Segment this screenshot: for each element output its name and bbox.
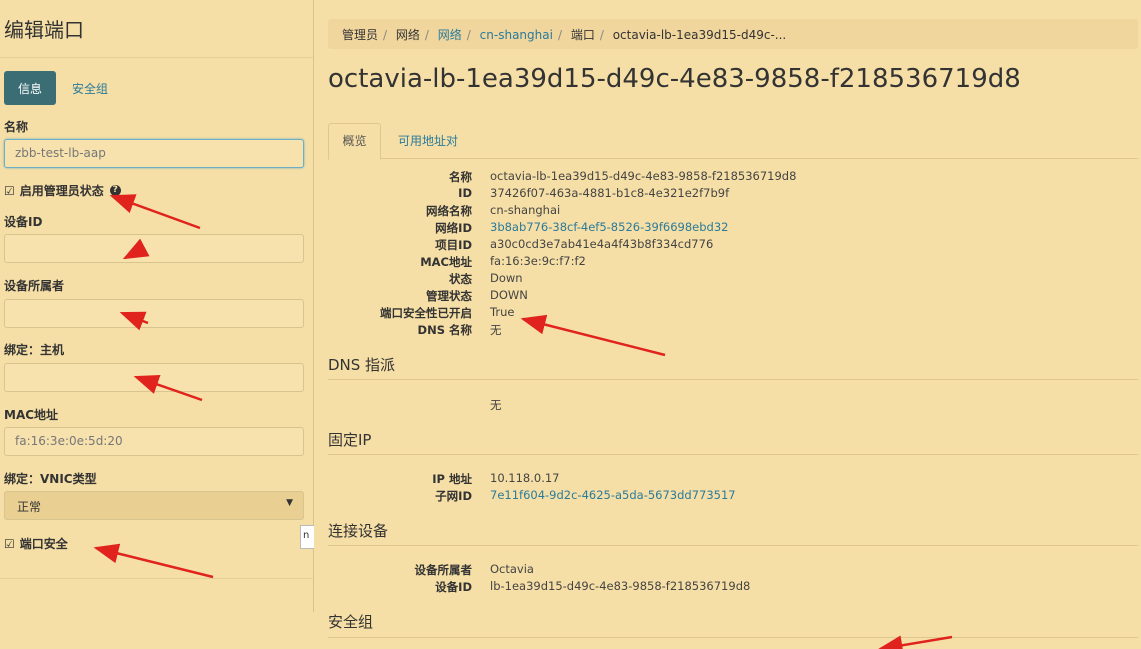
tab-info[interactable]: 信息 xyxy=(4,71,56,105)
admin-state-checkbox[interactable]: ☑ xyxy=(4,184,15,198)
name-label: 名称 xyxy=(4,120,29,134)
detail-tabs: 概览 可用地址对 xyxy=(328,123,1138,160)
breadcrumb-network[interactable]: 网络 xyxy=(396,28,420,42)
breadcrumb-current: octavia-lb-1ea39d15-d49c-... xyxy=(612,28,787,42)
breadcrumb-ports[interactable]: 端口 xyxy=(571,28,595,42)
vnic-type-label: 绑定：VNIC类型 xyxy=(4,472,97,486)
breadcrumb-admin[interactable]: 管理员 xyxy=(342,28,378,42)
vnic-type-select[interactable]: 正常 ▼ xyxy=(4,491,304,520)
modal-title: 编辑端口 xyxy=(0,0,313,58)
device-owner-label: 设备所属者 xyxy=(4,279,65,293)
detail-row: 端口安全性已开启 True xyxy=(380,305,515,320)
detail-row: 网络ID 3b8ab776-38cf-4ef5-8526-39f6698ebd32 xyxy=(435,220,729,235)
device-owner-input[interactable] xyxy=(4,299,304,328)
tab-allowed-address-pairs[interactable]: 可用地址对 xyxy=(398,123,458,159)
edit-port-modal: 编辑端口 信息 安全组 名称 zbb-test-lb-aap ☑ 启用管理员状态… xyxy=(0,0,316,612)
modal-footer-divider xyxy=(0,578,314,579)
device-id-input[interactable] xyxy=(4,234,304,263)
port-security-label: 端口安全 xyxy=(19,537,68,551)
mac-input[interactable]: fa:16:3e:0e:5d:20 xyxy=(4,427,304,456)
subnet-id-link[interactable]: 7e11f604-9d2c-4625-a5da-5673dd773517 xyxy=(490,488,736,502)
caret-down-icon: ▼ xyxy=(286,498,293,508)
section-divider xyxy=(328,545,1138,546)
binding-host-label: 绑定：主机 xyxy=(4,343,65,357)
tab-overview[interactable]: 概览 xyxy=(328,123,381,160)
modal-tabs: 信息 安全组 xyxy=(4,71,108,105)
section-divider xyxy=(328,454,1138,455)
attached-device-heading: 连接设备 xyxy=(328,522,389,540)
detail-row: 管理状态 DOWN xyxy=(426,288,528,303)
admin-state-label: 启用管理员状态 xyxy=(19,184,104,198)
port-security-checkbox[interactable]: ☑ xyxy=(4,537,15,551)
breadcrumb-cn-shanghai[interactable]: cn-shanghai xyxy=(480,28,553,42)
detail-row: 子网ID 7e11f604-9d2c-4625-a5da-5673dd773517 xyxy=(435,488,736,503)
security-groups-heading: 安全组 xyxy=(328,613,374,631)
breadcrumb: 管理员 / 网络 / 网络 / cn-shanghai / 端口 / octavia-lb… xyxy=(328,19,1138,49)
port-security-row[interactable]: ☑ 端口安全 xyxy=(4,535,68,552)
breadcrumb-networks[interactable]: 网络 xyxy=(438,28,462,42)
detail-row: 网络名称 cn-shanghai xyxy=(426,203,561,218)
dns-assignment-heading: DNS 指派 xyxy=(328,356,396,374)
tab-security-group[interactable]: 安全组 xyxy=(72,80,108,97)
detail-row: 项目ID a30c0cd3e7ab41e4a4f43b8f334cd776 xyxy=(435,237,714,252)
device-id-label: 设备ID xyxy=(4,215,43,229)
fixed-ip-heading: 固定IP xyxy=(328,431,372,449)
admin-state-row[interactable]: ☑ 启用管理员状态 ? xyxy=(4,182,121,199)
mac-label: MAC地址 xyxy=(4,408,59,422)
dns-assignment-value: 无 xyxy=(490,398,502,412)
detail-row: 名称 octavia-lb-1ea39d15-d49c-4e83-9858-f21… xyxy=(449,169,797,184)
port-detail-page: 管理员 / 网络 / 网络 / cn-shanghai / 端口 / octavia-lb… xyxy=(314,0,1141,649)
detail-row: 设备所属者 Octavia xyxy=(414,562,534,577)
detail-row: MAC地址 fa:16:3e:9c:f7:f2 xyxy=(420,254,586,269)
name-input[interactable]: zbb-test-lb-aap xyxy=(4,139,304,168)
section-divider xyxy=(328,637,1138,638)
detail-row: IP 地址 10.118.0.17 xyxy=(432,471,560,486)
detail-row: DNS 名称无 xyxy=(417,323,502,337)
detail-row: 设备ID lb-1ea39d15-d49c-4e83-9858-f21853671… xyxy=(435,579,751,594)
detail-row: 状态 Down xyxy=(449,271,523,286)
section-divider xyxy=(328,379,1138,380)
binding-host-input[interactable] xyxy=(4,363,304,392)
vnic-type-value: 正常 xyxy=(17,500,42,514)
page-title: octavia-lb-1ea39d15-d49c-4e83-9858-f2185… xyxy=(328,64,1021,94)
network-id-link[interactable]: 3b8ab776-38cf-4ef5-8526-39f6698ebd32 xyxy=(490,220,729,234)
detail-row: ID 37426f07-463a-4881-b1c8-4e321e2f7b9f xyxy=(458,186,730,200)
help-icon[interactable]: ? xyxy=(109,185,121,196)
